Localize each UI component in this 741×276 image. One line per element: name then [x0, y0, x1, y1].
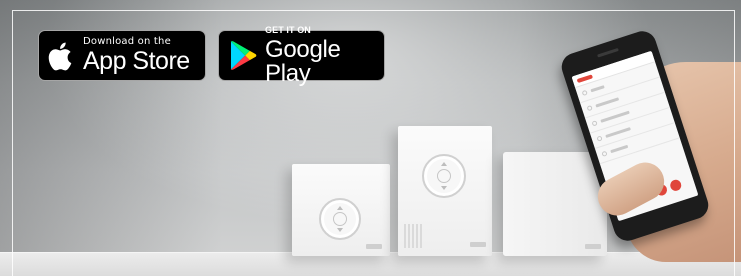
- hub-unit-right: [503, 152, 607, 256]
- down-arrow-icon: [441, 186, 447, 190]
- sensor-grille: [404, 224, 422, 248]
- google-play-icon: [231, 41, 257, 70]
- control-dial: [422, 154, 466, 198]
- row-text: [610, 144, 629, 154]
- down-arrow-icon: [337, 228, 343, 232]
- wall-control-center: [398, 126, 492, 256]
- action-button-icon: [668, 178, 683, 193]
- control-dial: [319, 198, 361, 240]
- dial-hub: [437, 169, 451, 183]
- device-label: [366, 244, 382, 249]
- google-play-small-text: GET IT ON: [265, 24, 311, 35]
- row-text: [595, 97, 620, 108]
- app-store-small-text: Download on the: [83, 36, 171, 47]
- app-store-badge[interactable]: Download on the App Store: [38, 30, 206, 81]
- product-banner: Download on the App Store GET IT ON Goog…: [0, 0, 741, 276]
- up-arrow-icon: [441, 162, 447, 166]
- phone-speaker: [597, 47, 619, 58]
- device-label: [585, 244, 601, 249]
- row-icon: [591, 120, 598, 127]
- row-icon: [601, 150, 608, 157]
- wall-control-left: [292, 164, 390, 256]
- row-text: [600, 110, 630, 123]
- app-store-big-text: App Store: [83, 47, 190, 75]
- row-text: [605, 127, 631, 138]
- google-play-big-text: Google Play: [265, 35, 341, 87]
- google-play-badge[interactable]: GET IT ON Google Play: [218, 25, 385, 85]
- row-text: [590, 85, 605, 93]
- apple-icon: [48, 42, 72, 71]
- row-icon: [586, 104, 593, 112]
- device-label: [470, 242, 486, 247]
- up-arrow-icon: [337, 206, 343, 210]
- app-logo-icon: [576, 73, 593, 83]
- dial-hub: [333, 212, 347, 226]
- row-icon: [581, 89, 588, 97]
- row-icon: [596, 135, 603, 142]
